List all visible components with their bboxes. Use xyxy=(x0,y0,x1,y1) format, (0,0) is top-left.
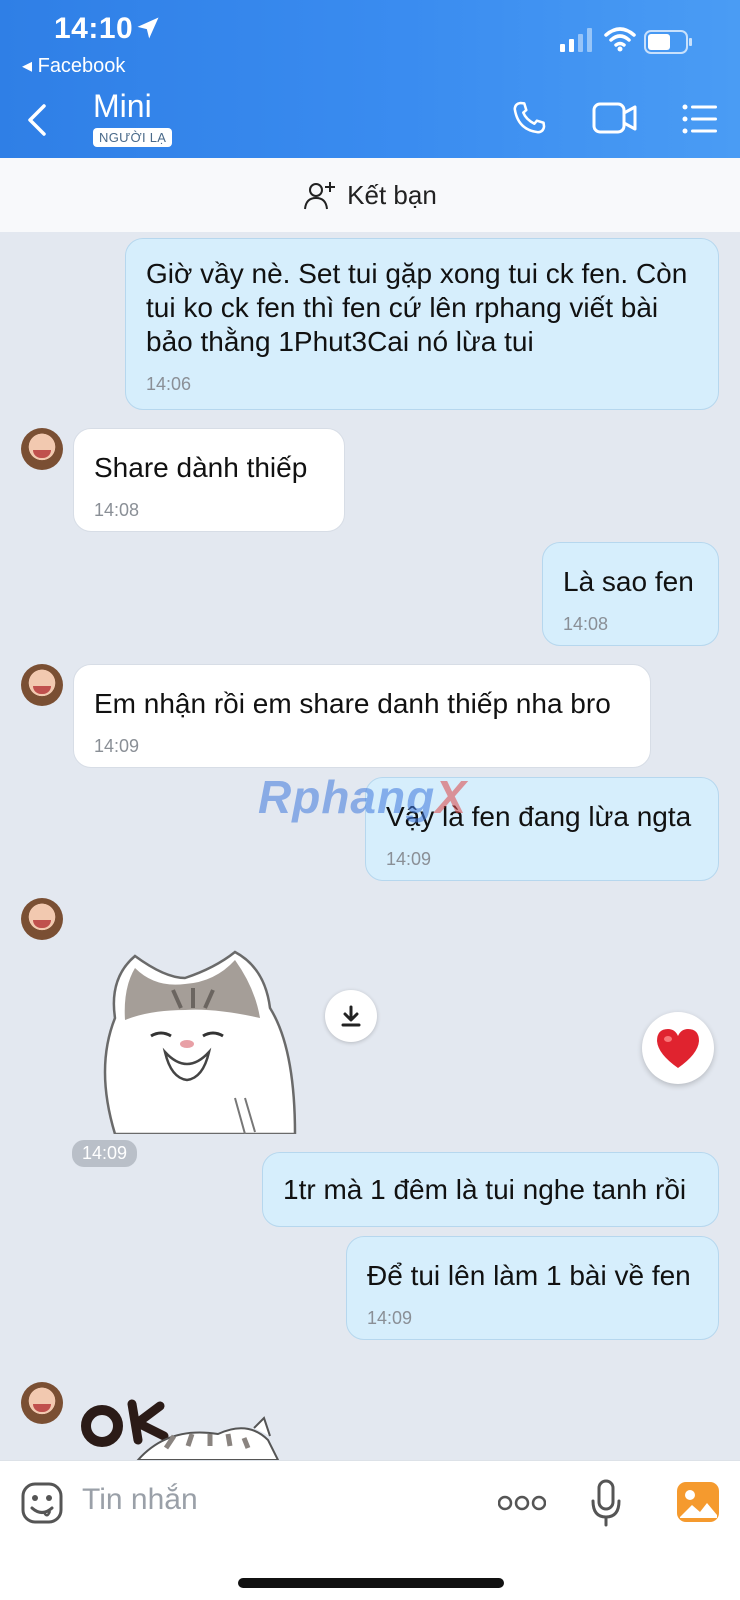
message-text: Giờ vầy nè. Set tui gặp xong tui ck fen.… xyxy=(146,258,688,357)
message-time: 14:08 xyxy=(94,500,140,520)
gallery-icon[interactable] xyxy=(676,1481,720,1523)
home-indicator[interactable] xyxy=(238,1578,504,1588)
sticker-time: 14:09 xyxy=(72,1140,138,1167)
add-friend-button[interactable]: Kết bạn xyxy=(0,158,740,232)
message-bubble-out[interactable]: Để tui lên làm 1 bài về fen 14:09 xyxy=(346,1236,719,1340)
message-time: 14:09 xyxy=(386,849,432,869)
signal-icon xyxy=(560,28,592,52)
more-icon[interactable] xyxy=(498,1495,546,1511)
contact-name: Mini xyxy=(93,88,152,124)
message-text: Để tui lên làm 1 bài về fen xyxy=(367,1260,691,1291)
message-text: Em nhận rồi em share danh thiếp nha bro xyxy=(94,688,611,719)
emoji-icon[interactable] xyxy=(20,1481,64,1525)
avatar[interactable] xyxy=(21,898,63,940)
heart-icon xyxy=(657,1029,699,1068)
message-text: Share dành thiếp xyxy=(94,452,308,483)
message-text: 1tr mà 1 đêm là tui nghe tanh rồi xyxy=(283,1174,687,1205)
react-heart-button[interactable] xyxy=(642,1012,714,1084)
message-bubble-out[interactable]: Là sao fen 14:08 xyxy=(542,542,719,646)
stranger-badge: NGƯỜI LẠ xyxy=(93,128,173,147)
add-user-icon xyxy=(304,182,336,210)
avatar[interactable] xyxy=(21,1382,63,1424)
avatar[interactable] xyxy=(21,428,63,470)
phone-icon[interactable] xyxy=(510,98,548,138)
wifi-icon xyxy=(604,27,636,52)
menu-icon[interactable] xyxy=(682,104,718,134)
message-bubble-out[interactable]: Giờ vầy nè. Set tui gặp xong tui ck fen.… xyxy=(125,238,719,410)
video-icon[interactable] xyxy=(592,100,638,136)
message-time: 14:09 xyxy=(367,1308,413,1328)
avatar[interactable] xyxy=(21,664,63,706)
cat-sticker[interactable] xyxy=(95,948,305,1134)
battery-icon xyxy=(644,30,692,54)
message-time: 14:08 xyxy=(563,614,609,634)
message-time: 14:09 xyxy=(94,736,140,756)
back-icon[interactable] xyxy=(20,100,56,140)
watermark-x: X xyxy=(435,771,467,823)
download-icon xyxy=(341,1005,361,1027)
watermark-main: Rphang xyxy=(258,771,436,823)
message-time: 14:06 xyxy=(146,374,192,394)
location-arrow-icon xyxy=(137,17,159,39)
watermark: RphangX xyxy=(258,770,467,824)
chat-header: 14:10 ◂ Facebook Mini NGƯỜI LẠ xyxy=(0,0,740,158)
message-bubble-in[interactable]: Share dành thiếp 14:08 xyxy=(73,428,345,532)
add-friend-label: Kết bạn xyxy=(347,179,437,210)
status-time: 14:10 xyxy=(54,12,134,45)
message-bubble-out[interactable]: 1tr mà 1 đêm là tui nghe tanh rồi xyxy=(262,1152,719,1227)
ok-sticker[interactable] xyxy=(78,1384,288,1460)
message-input[interactable]: Tin nhắn xyxy=(82,1483,198,1517)
message-bubble-in[interactable]: Em nhận rồi em share danh thiếp nha bro … xyxy=(73,664,651,768)
download-sticker-button[interactable] xyxy=(325,990,377,1042)
mic-icon[interactable] xyxy=(590,1479,622,1527)
message-text: Là sao fen xyxy=(563,566,694,597)
back-to-app-link[interactable]: ◂ Facebook xyxy=(22,53,125,78)
